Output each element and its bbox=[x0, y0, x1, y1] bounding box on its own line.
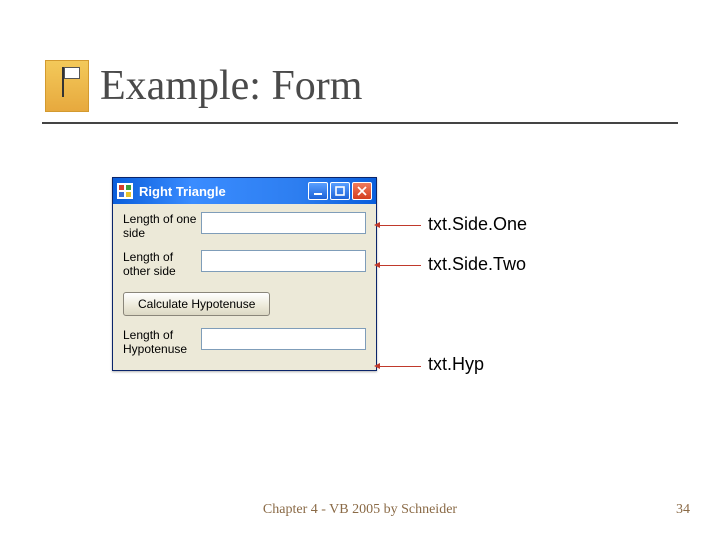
titlebar[interactable]: Right Triangle bbox=[113, 178, 376, 204]
label-hypotenuse: Length of Hypotenuse bbox=[123, 328, 201, 356]
page-number: 34 bbox=[676, 502, 690, 518]
page-title: Example: Form bbox=[100, 62, 362, 110]
arrow-callout bbox=[377, 225, 421, 226]
minimize-icon bbox=[313, 186, 323, 196]
input-side-two[interactable] bbox=[201, 250, 366, 272]
arrow-callout bbox=[377, 366, 421, 367]
label-side-two: Length of other side bbox=[123, 250, 201, 278]
title-underline bbox=[42, 122, 678, 124]
form-window: Right Triangle Length of one side Length… bbox=[112, 177, 377, 371]
slide-footer: Chapter 4 - VB 2005 by Schneider bbox=[0, 502, 720, 518]
callout-side-two: txt.Side.Two bbox=[428, 254, 526, 275]
form-client-area: Length of one side Length of other side … bbox=[113, 204, 376, 370]
label-side-one: Length of one side bbox=[123, 212, 201, 240]
slide-logo bbox=[45, 60, 89, 112]
calculate-button[interactable]: Calculate Hypotenuse bbox=[123, 292, 270, 316]
callout-side-one: txt.Side.One bbox=[428, 214, 527, 235]
window-title: Right Triangle bbox=[139, 184, 306, 199]
maximize-button[interactable] bbox=[330, 182, 350, 200]
close-icon bbox=[357, 186, 367, 196]
input-side-one[interactable] bbox=[201, 212, 366, 234]
callout-hyp: txt.Hyp bbox=[428, 354, 484, 375]
maximize-icon bbox=[335, 186, 345, 196]
close-button[interactable] bbox=[352, 182, 372, 200]
minimize-button[interactable] bbox=[308, 182, 328, 200]
row-side-one: Length of one side bbox=[123, 212, 366, 240]
row-side-two: Length of other side bbox=[123, 250, 366, 278]
app-icon bbox=[117, 183, 133, 199]
input-hypotenuse[interactable] bbox=[201, 328, 366, 350]
arrow-callout bbox=[377, 265, 421, 266]
row-hypotenuse: Length of Hypotenuse bbox=[123, 328, 366, 356]
